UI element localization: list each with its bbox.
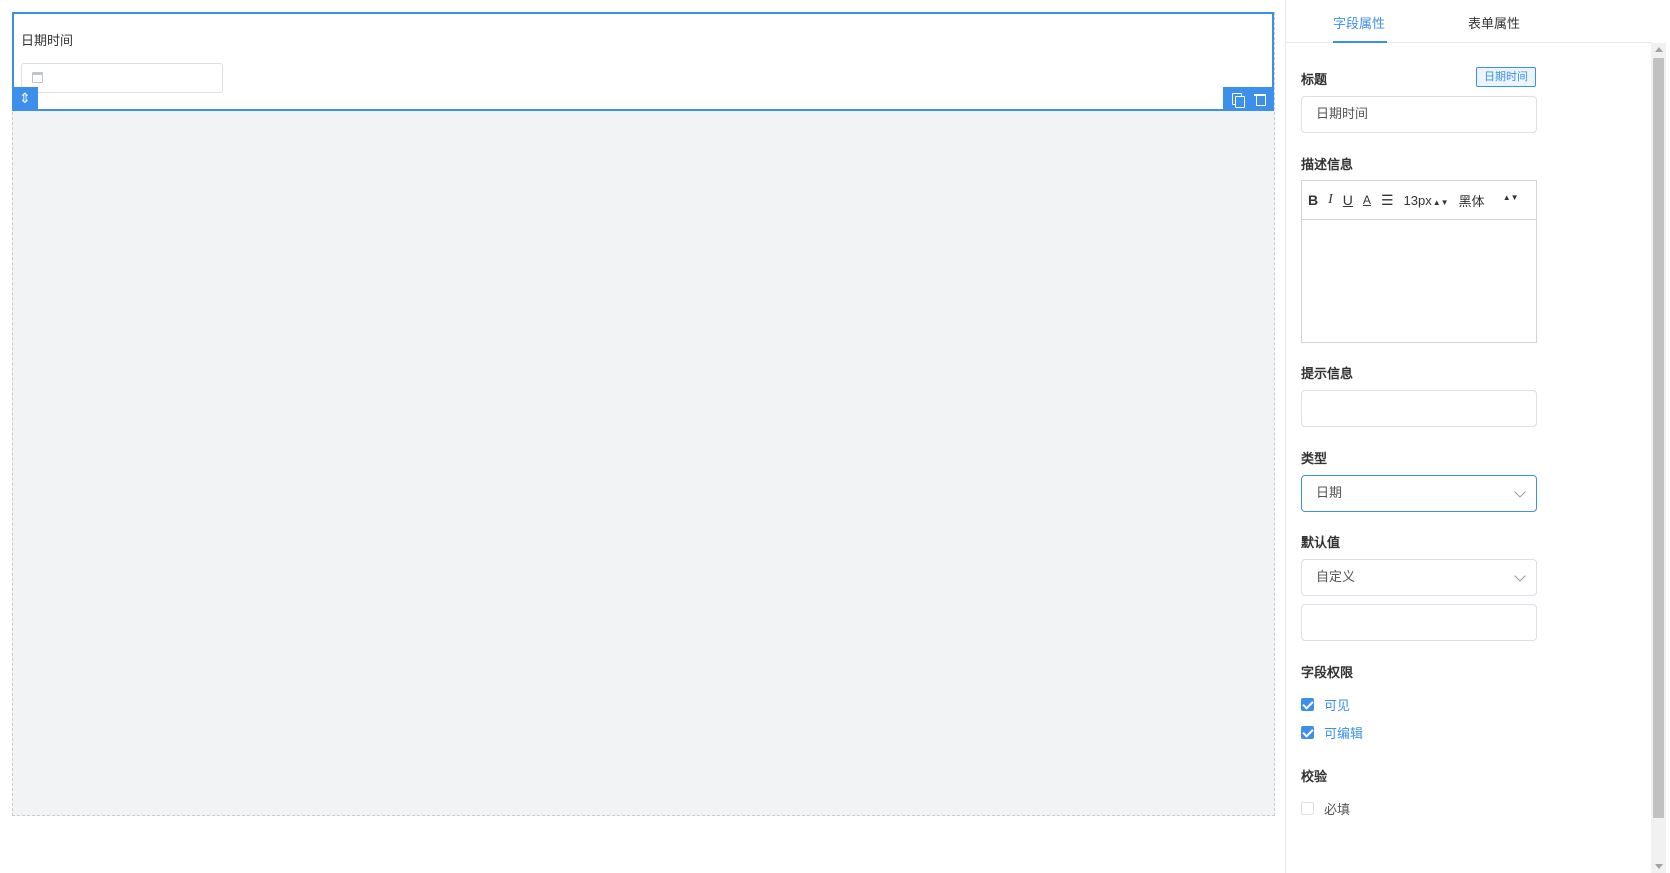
title-input[interactable]: 日期时间 [1301,96,1537,133]
bold-button[interactable]: B [1308,192,1318,208]
hint-input[interactable] [1301,390,1537,427]
date-picker-input[interactable] [21,63,223,93]
default-value-select[interactable]: 自定义 [1301,559,1537,596]
required-checkbox[interactable]: 必填 [1301,799,1350,818]
chevron-down-icon [1514,486,1526,498]
type-section-label: 类型 [1301,452,1328,467]
panel-tabs: 字段属性 表单属性 [1286,0,1652,43]
font-size-value: 13px [1403,192,1432,208]
font-family-select[interactable]: 黑体 ▲▼ [1459,191,1519,210]
visible-checkbox[interactable]: 可见 [1301,695,1350,714]
type-select[interactable]: 日期 [1301,475,1537,512]
validation-section-label: 校验 [1301,770,1328,785]
active-tab-indicator [1333,41,1387,43]
align-button[interactable]: ☰ [1381,192,1394,209]
scroll-down-icon[interactable] [1655,864,1663,869]
editor-content-area[interactable] [1302,220,1536,342]
default-custom-input[interactable] [1301,604,1537,641]
visible-checkbox-label: 可见 [1324,699,1351,714]
required-checkbox-label: 必填 [1324,803,1351,818]
trash-icon[interactable] [1251,90,1269,108]
field-actions [1223,87,1274,111]
underline-button[interactable]: U [1343,192,1353,208]
text-color-button[interactable]: A [1363,193,1371,207]
scroll-up-icon[interactable] [1655,47,1663,52]
font-size-select[interactable]: 13px▲▼ [1404,193,1449,208]
type-select-value: 日期 [1316,486,1343,501]
checkbox-unchecked-icon [1301,802,1314,815]
description-section-label: 描述信息 [1301,158,1354,173]
editable-checkbox-label: 可编辑 [1324,727,1364,742]
move-vertical-icon[interactable]: ⇕ [12,87,38,111]
editable-checkbox[interactable]: 可编辑 [1301,723,1363,742]
chevron-down-icon [1514,570,1526,582]
default-section-label: 默认值 [1301,536,1341,551]
updown-icon: ▲▼ [1432,197,1449,207]
form-canvas[interactable] [12,12,1275,816]
default-value-select-value: 自定义 [1316,570,1356,585]
field-type-tag: 日期时间 [1476,67,1536,87]
updown-icon: ▲▼ [1502,192,1519,202]
tab-field-properties[interactable]: 字段属性 [1333,13,1385,32]
italic-button[interactable]: I [1328,192,1333,208]
field-label: 日期时间 [21,34,74,49]
calendar-icon [32,72,43,83]
hint-section-label: 提示信息 [1301,367,1354,382]
checkbox-checked-icon [1301,726,1314,739]
selected-field-card[interactable]: 日期时间 ⇕ [12,12,1274,111]
editor-toolbar: B I U A ☰ 13px▲▼ 黑体 ▲▼ [1302,181,1536,220]
tab-form-properties[interactable]: 表单属性 [1468,13,1520,32]
panel-scrollbar[interactable] [1651,43,1666,873]
permission-section-label: 字段权限 [1301,666,1354,681]
checkbox-checked-icon [1301,698,1314,711]
description-rich-editor: B I U A ☰ 13px▲▼ 黑体 ▲▼ [1301,180,1537,343]
title-section-label: 标题 [1301,73,1328,88]
scrollbar-thumb[interactable] [1653,58,1664,818]
properties-panel: 字段属性 表单属性 标题 日期时间 日期时间 描述信息 B I U A ☰ 13… [1285,0,1652,873]
font-family-value: 黑体 [1458,193,1485,209]
copy-icon[interactable] [1228,90,1246,108]
